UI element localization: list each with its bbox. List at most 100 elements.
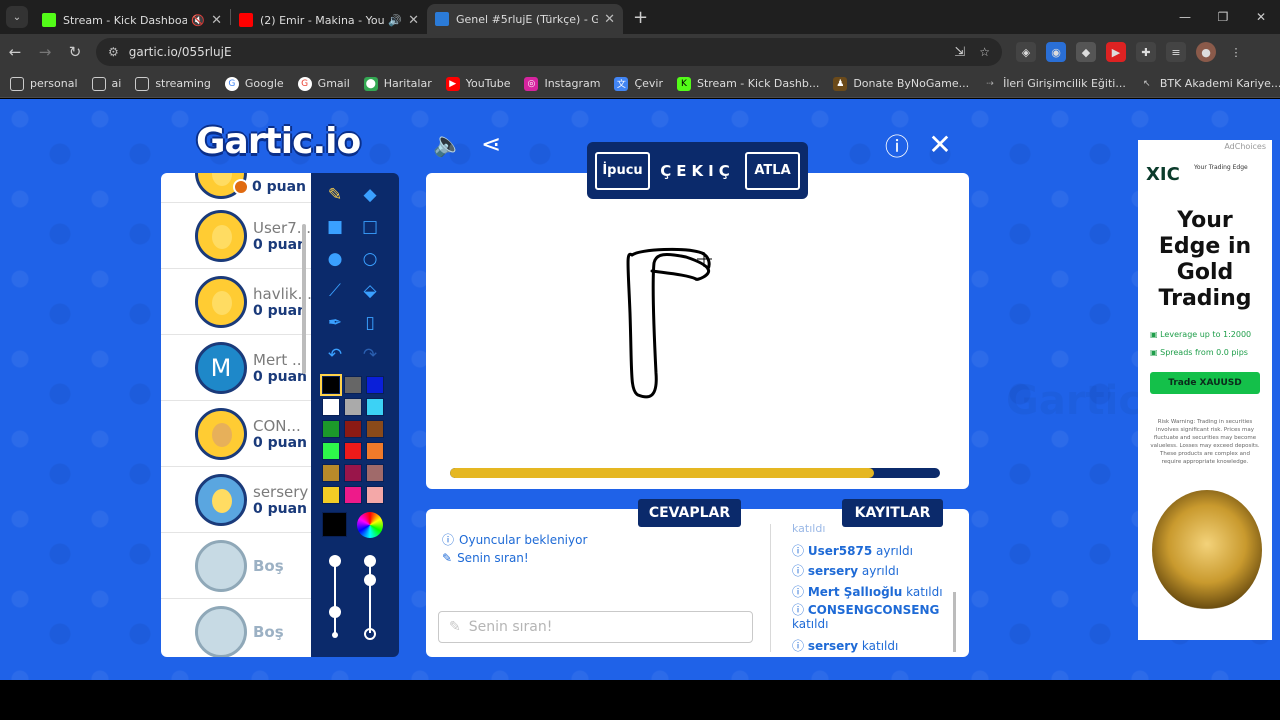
color-swatch-green[interactable]: [322, 420, 340, 438]
bookmark-item[interactable]: streaming: [135, 76, 211, 91]
bookmark-item[interactable]: ↖ BTK Akademi Kariye...: [1140, 77, 1280, 91]
player-row[interactable]: CON... 0 puan: [161, 401, 311, 467]
bookmark-item[interactable]: K Stream - Kick Dashb...: [676, 76, 819, 91]
color-swatch-white[interactable]: [322, 398, 340, 416]
color-swatch-yellow[interactable]: [322, 486, 340, 504]
media-control-icon[interactable]: ≡: [1166, 42, 1186, 62]
eraser-icon[interactable]: ◆: [356, 181, 384, 209]
log-entry: ⓘ User5875 ayrıldı: [792, 542, 913, 559]
drawing-canvas[interactable]: Gartic.io: [426, 173, 1198, 489]
line-tool-icon[interactable]: ⟋: [321, 277, 349, 305]
filled-square-icon[interactable]: ■: [321, 213, 349, 241]
opacity-knob[interactable]: [364, 574, 376, 586]
player-avatar: [195, 473, 247, 526]
profile-avatar[interactable]: ●: [1196, 42, 1216, 62]
shield-icon[interactable]: ◈: [1016, 42, 1036, 62]
hint-button[interactable]: İpucu: [595, 151, 650, 190]
color-swatch-darkred[interactable]: [344, 420, 362, 438]
browser-tab-youtube[interactable]: (2) Emir - Makina - YouTube 🔊 ✕: [231, 6, 427, 34]
info-icon[interactable]: ⓘ: [882, 129, 912, 161]
color-swatch-red[interactable]: [344, 442, 362, 460]
color-swatch-lightgray[interactable]: [344, 398, 362, 416]
back-icon[interactable]: ←: [0, 43, 30, 61]
restore-icon[interactable]: ❐: [1204, 0, 1242, 34]
color-swatch-orange[interactable]: [366, 442, 384, 460]
pencil-icon[interactable]: ✎: [321, 181, 349, 209]
bookmark-item[interactable]: ▶ YouTube: [445, 76, 510, 91]
browser-tab-gartic[interactable]: Genel #5rlujE (Türkçe) - Gartic.io ✕: [427, 4, 623, 34]
eyedropper-icon[interactable]: ✒: [321, 309, 349, 337]
close-window-icon[interactable]: ✕: [1242, 0, 1280, 34]
color-swatch-maroon[interactable]: [344, 464, 362, 482]
log-scrollbar[interactable]: [953, 592, 956, 652]
player-list-scrollbar[interactable]: [302, 224, 306, 374]
answer-input[interactable]: ✎ Senin sıran!: [438, 611, 753, 643]
player-row[interactable]: havlik... 0 puan: [161, 269, 311, 335]
ad-cta-button[interactable]: Trade XAUUSD: [1150, 372, 1260, 394]
player-row[interactable]: M Mert ... 0 puan: [161, 335, 311, 401]
filled-circle-icon[interactable]: ●: [321, 245, 349, 273]
redo-icon[interactable]: ↷: [356, 341, 384, 369]
bookmark-item[interactable]: ai: [91, 76, 121, 91]
minimize-icon[interactable]: —: [1166, 0, 1204, 34]
brush-size-knob[interactable]: [329, 555, 341, 567]
clear-page-icon[interactable]: ▯: [356, 309, 384, 337]
extensions-puzzle-icon[interactable]: ✚: [1136, 42, 1156, 62]
color-swatch-rose[interactable]: [366, 464, 384, 482]
browser-tab-kick[interactable]: Stream - Kick Dashboard 🔇 ✕: [34, 6, 230, 34]
fill-bucket-icon[interactable]: ⬙: [356, 277, 384, 305]
undo-icon[interactable]: ↶: [321, 341, 349, 369]
ad-banner[interactable]: AdChoices XIC Your Trading Edge Your Edg…: [1138, 140, 1272, 640]
extension-cat-icon[interactable]: ◆: [1076, 42, 1096, 62]
exit-icon[interactable]: ✕: [925, 128, 955, 161]
brush-size-knob[interactable]: [329, 606, 341, 618]
bookmark-item[interactable]: G Gmail: [297, 76, 350, 91]
menu-kebab-icon[interactable]: ⋮: [1226, 42, 1246, 62]
muted-speaker-icon[interactable]: 🔇: [191, 14, 205, 27]
color-swatch-cyan[interactable]: [366, 398, 384, 416]
site-info-icon[interactable]: ⚙: [108, 45, 119, 59]
bookmark-item[interactable]: personal: [10, 76, 78, 91]
forward-icon[interactable]: →: [30, 43, 60, 61]
adchoices-label[interactable]: AdChoices: [1224, 142, 1266, 151]
color-swatch-pink[interactable]: [344, 486, 362, 504]
color-swatch-lightpink[interactable]: [366, 486, 384, 504]
current-color-swatch[interactable]: [322, 512, 347, 537]
color-swatch-gray[interactable]: [344, 376, 362, 394]
bookmark-item[interactable]: ♟ Donate ByNoGame...: [833, 76, 969, 91]
player-row[interactable]: sersery 0 puan: [161, 467, 311, 533]
speaker-icon[interactable]: 🔊: [388, 14, 402, 27]
color-wheel-icon[interactable]: [357, 512, 383, 538]
bookmark-star-icon[interactable]: ☆: [979, 45, 990, 59]
extension-search-icon[interactable]: ◉: [1046, 42, 1066, 62]
reload-icon[interactable]: ↻: [60, 43, 90, 61]
player-row[interactable]: 0 puan: [161, 173, 311, 203]
close-tab-icon[interactable]: ✕: [604, 12, 615, 27]
share-icon[interactable]: ⋖: [476, 129, 506, 159]
color-swatch-ochre[interactable]: [322, 464, 340, 482]
color-swatch-black[interactable]: [320, 374, 342, 396]
tab-search-button[interactable]: ⌄: [6, 6, 28, 28]
color-swatch-brown[interactable]: [366, 420, 384, 438]
skip-button[interactable]: ATLA: [745, 151, 800, 190]
new-tab-icon[interactable]: +: [633, 7, 648, 28]
install-app-icon[interactable]: ⇲: [954, 45, 965, 60]
address-bar[interactable]: ⚙ gartic.io/055rlujE ⇲ ☆: [96, 38, 1002, 66]
folder-icon: [10, 76, 24, 91]
info-icon: ⓘ: [792, 544, 808, 558]
close-tab-icon[interactable]: ✕: [408, 13, 419, 28]
bookmark-item[interactable]: G Google: [224, 76, 284, 91]
opacity-knob[interactable]: [364, 555, 376, 567]
player-row[interactable]: User7... 0 puan: [161, 203, 311, 269]
color-swatch-blue[interactable]: [366, 376, 384, 394]
color-swatch-lime[interactable]: [322, 442, 340, 460]
bookmark-item[interactable]: ⇢ İleri Girişimcilik Eğiti...: [983, 77, 1126, 91]
square-outline-icon[interactable]: □: [356, 213, 384, 241]
bookmark-item[interactable]: ◎ Instagram: [524, 76, 600, 91]
close-tab-icon[interactable]: ✕: [211, 13, 222, 28]
sound-icon[interactable]: 🔈: [433, 129, 463, 159]
circle-outline-icon[interactable]: ○: [356, 245, 384, 273]
bookmark-item[interactable]: 文 Çevir: [614, 76, 663, 91]
extension-youtube-icon[interactable]: ▶: [1106, 42, 1126, 62]
bookmark-item[interactable]: ⬤ Haritalar: [363, 76, 432, 91]
